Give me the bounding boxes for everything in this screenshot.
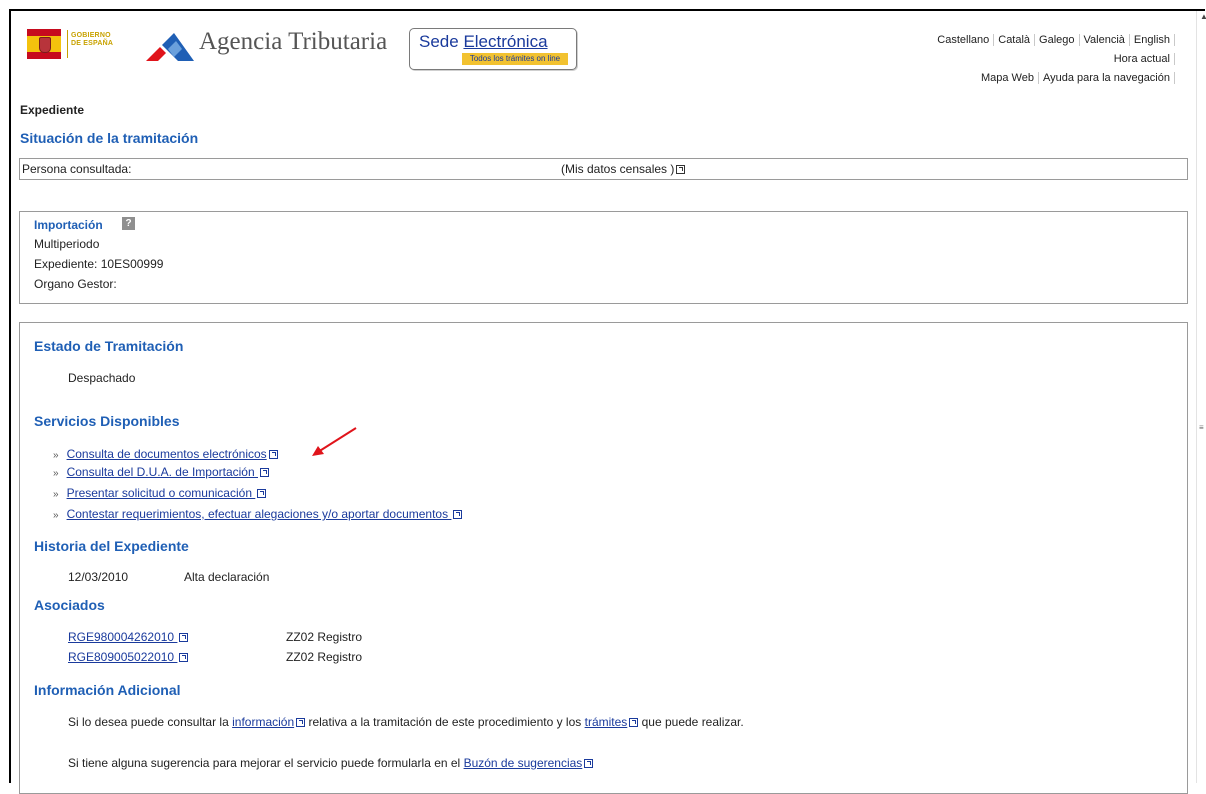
service-item[interactable]: » Presentar solicitud o comunicación: [53, 486, 267, 500]
asociado-link-row[interactable]: RGE980004262010: [68, 630, 189, 644]
tramites-link[interactable]: trámites: [585, 715, 628, 729]
asociados-title: Asociados: [34, 597, 105, 613]
spain-flag-icon: [27, 29, 61, 59]
hora-actual-link[interactable]: Hora actual: [1113, 53, 1175, 65]
vertical-scrollbar[interactable]: ▲ ≡: [1196, 11, 1206, 783]
expediente-number: Expediente: 10ES00999: [34, 257, 164, 271]
info-title: Información Adicional: [34, 682, 181, 698]
asociado-desc: ZZ02 Registro: [286, 650, 363, 664]
top-links: Castellano Català Galego Valencià English Ho…: [937, 31, 1175, 88]
external-link-icon[interactable]: [584, 759, 594, 769]
asociado-link-row[interactable]: RGE809005022010: [68, 650, 189, 664]
gobierno-espana-logo[interactable]: GOBIERNO DE ESPAÑA: [27, 27, 141, 62]
external-link-icon[interactable]: [179, 633, 189, 643]
bullet-icon: »: [53, 489, 59, 500]
historia-title: Historia del Expediente: [34, 538, 189, 554]
service-item[interactable]: » Consulta de documentos electrónicos: [53, 447, 278, 461]
sede-subtitle: Todos los trámites on line: [469, 54, 561, 63]
scroll-grip-icon[interactable]: ≡: [1199, 424, 1204, 432]
persona-consultada-box: Persona consultada: (Mis datos censales …: [19, 158, 1188, 180]
multiperiodo-text: Multiperiodo: [34, 237, 100, 251]
historia-event: Alta declaración: [184, 570, 270, 584]
info-paragraph-2: Si tiene alguna sugerencia para mejorar …: [68, 756, 594, 770]
lang-catala[interactable]: Català: [994, 34, 1036, 46]
consulta-dua-link[interactable]: Consulta del D.U.A. de Importación: [67, 465, 258, 479]
servicios-title: Servicios Disponibles: [34, 413, 180, 429]
external-link-icon[interactable]: [676, 165, 686, 175]
importacion-title: Importación: [34, 218, 103, 232]
contestar-requerimientos-link[interactable]: Contestar requerimientos, efectuar alega…: [67, 507, 452, 521]
external-link-icon[interactable]: [179, 653, 189, 663]
buzon-sugerencias-link[interactable]: Buzón de sugerencias: [464, 756, 583, 770]
informacion-link[interactable]: información: [232, 715, 294, 729]
lang-galego[interactable]: Galego: [1035, 34, 1080, 46]
gobierno-text: GOBIERNO DE ESPAÑA: [71, 32, 114, 47]
lang-english[interactable]: English: [1129, 34, 1175, 46]
external-link-icon[interactable]: [257, 489, 267, 499]
section-title: Situación de la tramitación: [20, 130, 199, 146]
organo-gestor: Organo Gestor:: [34, 277, 117, 291]
sede-title-part2: Electrónica: [463, 32, 548, 51]
lang-valencia[interactable]: Valencià: [1079, 34, 1130, 46]
window-top-border: [9, 9, 1205, 11]
importacion-box: Importación ? Multiperiodo Expediente: 1…: [19, 211, 1188, 304]
sede-title-part1: Sede: [419, 32, 464, 51]
sede-electronica-logo[interactable]: Sede Electrónica Todos los trámites on l…: [409, 28, 577, 70]
scroll-up-icon[interactable]: ▲: [1200, 13, 1206, 21]
external-link-icon[interactable]: [268, 450, 278, 460]
agencia-tributaria-logo-icon: [146, 33, 194, 61]
bullet-icon: »: [53, 450, 59, 461]
persona-label: Persona consultada:: [22, 162, 132, 176]
mis-datos-censales-link[interactable]: (Mis datos censales ): [561, 162, 686, 176]
asociado-link[interactable]: RGE809005022010: [68, 650, 177, 664]
bullet-icon: »: [53, 510, 59, 521]
bullet-icon: »: [53, 468, 59, 479]
page-heading: Expediente: [20, 103, 85, 117]
window-left-border: [9, 9, 11, 783]
help-icon[interactable]: ?: [122, 217, 135, 230]
consulta-documentos-link[interactable]: Consulta de documentos electrónicos: [67, 447, 267, 461]
service-item[interactable]: » Contestar requerimientos, efectuar aleg…: [53, 507, 463, 521]
external-link-icon[interactable]: [296, 718, 306, 728]
info-paragraph-1: Si lo desea puede consultar la informaci…: [68, 715, 744, 729]
external-link-icon[interactable]: [629, 718, 639, 728]
language-links: Castellano Català Galego Valencià English: [937, 31, 1175, 50]
ayuda-navegacion-link[interactable]: Ayuda para la navegación: [1038, 72, 1175, 84]
service-item[interactable]: » Consulta del D.U.A. de Importación: [53, 465, 269, 479]
external-link-icon[interactable]: [453, 510, 463, 520]
presentar-solicitud-link[interactable]: Presentar solicitud o comunicación: [67, 486, 256, 500]
agency-name[interactable]: Agencia Tributaria: [199, 28, 387, 56]
estado-title: Estado de Tramitación: [34, 338, 184, 354]
lang-castellano[interactable]: Castellano: [937, 34, 995, 46]
historia-date: 12/03/2010: [68, 570, 129, 584]
red-arrow-annotation-icon: [312, 427, 357, 456]
asociado-link[interactable]: RGE980004262010: [68, 630, 177, 644]
mapa-web-link[interactable]: Mapa Web: [980, 72, 1039, 84]
mis-datos-text: (Mis datos censales ): [561, 162, 675, 176]
asociado-desc: ZZ02 Registro: [286, 630, 363, 644]
external-link-icon[interactable]: [260, 468, 269, 478]
estado-value: Despachado: [68, 371, 136, 385]
